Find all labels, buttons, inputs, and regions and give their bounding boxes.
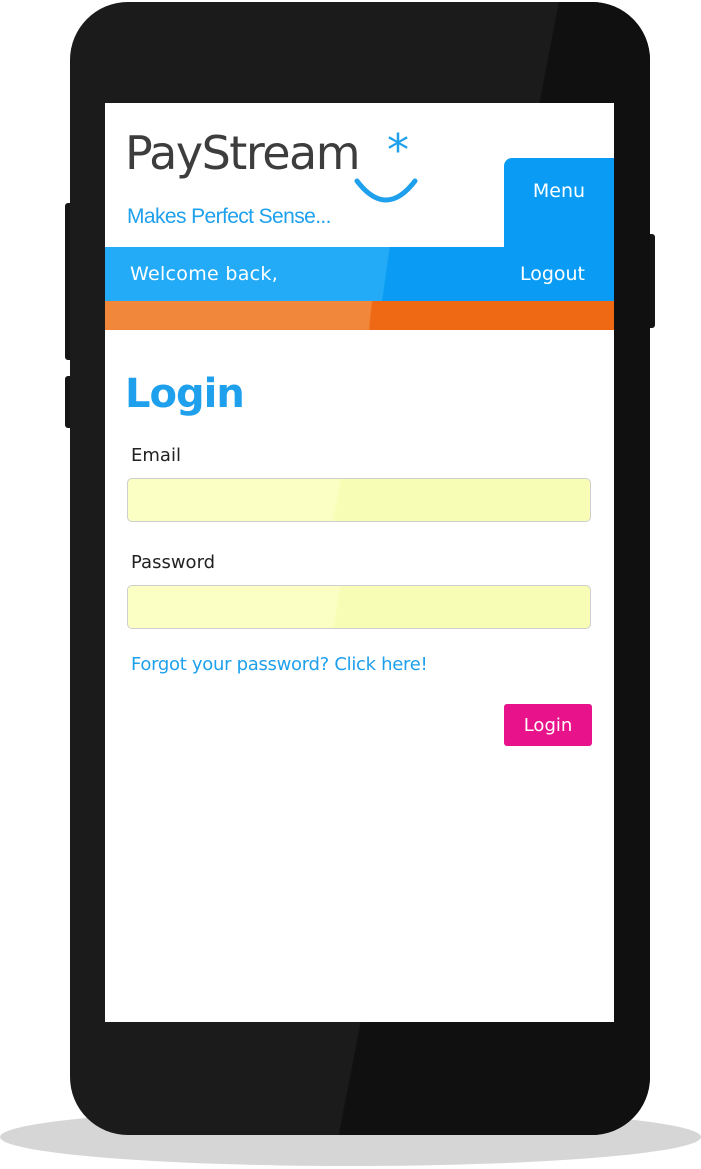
welcome-bar: Welcome back, Logout — [105, 247, 614, 301]
logo-star: * — [387, 125, 409, 176]
email-label: Email — [131, 445, 181, 466]
phone-screen: PayStream * Makes Perfect Sense... Menu … — [105, 103, 614, 1022]
forgot-password-link[interactable]: Forgot your password? Click here! — [131, 654, 428, 675]
orange-divider-bar — [105, 301, 614, 330]
welcome-message: Welcome back, — [130, 263, 279, 285]
smile-icon — [354, 178, 418, 203]
password-label: Password — [131, 552, 216, 573]
password-field[interactable] — [127, 585, 591, 629]
email-field[interactable] — [127, 478, 591, 522]
page-title: Login — [125, 371, 245, 417]
logout-link[interactable]: Logout — [520, 263, 585, 285]
logo-wordmark: PayStream — [125, 126, 361, 180]
brand-tagline: Makes Perfect Sense... — [127, 205, 332, 228]
login-button[interactable]: Login — [504, 704, 592, 746]
brand-logo[interactable]: PayStream * Makes Perfect Sense... — [125, 125, 445, 235]
menu-button[interactable]: Menu — [504, 158, 614, 248]
